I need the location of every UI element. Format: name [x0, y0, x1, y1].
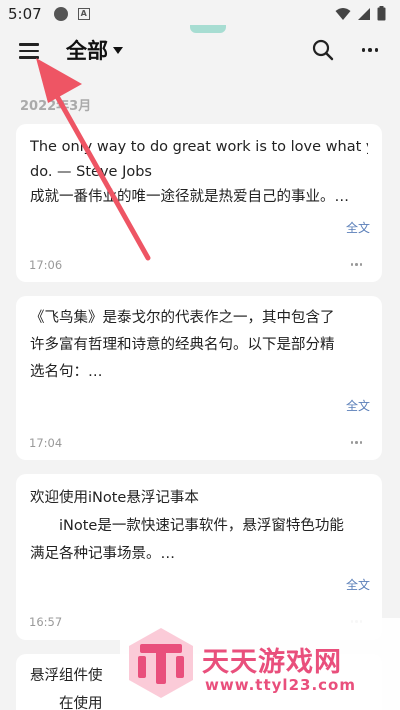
- note-more-button[interactable]: [350, 441, 362, 444]
- note-line: do. — Steve Jobs: [30, 164, 152, 180]
- more-dot: [355, 263, 358, 266]
- note-line: 欢迎使用iNote悬浮记事本: [30, 490, 199, 506]
- read-full-link[interactable]: 全文: [346, 219, 370, 236]
- more-dot: [355, 441, 358, 444]
- read-full-link[interactable]: 全文: [346, 576, 370, 593]
- more-dot: [359, 263, 362, 266]
- note-card[interactable]: The only way to do great work is to love…: [16, 124, 382, 282]
- status-icons: [335, 6, 386, 21]
- menu-button[interactable]: [17, 40, 41, 62]
- read-full-link[interactable]: 全文: [346, 397, 370, 414]
- note-time: 17:04: [29, 436, 63, 450]
- note-preview: 欢迎使用iNote悬浮记事本 iNote是一款快速记事软件，悬浮窗特色功能 满足…: [16, 474, 382, 568]
- more-options-button[interactable]: [357, 38, 383, 62]
- status-bar: 5:07 A: [0, 0, 400, 28]
- status-time: 5:07: [8, 5, 42, 23]
- note-line: 满足各种记事场景。…: [30, 546, 175, 562]
- note-time: 17:06: [29, 258, 63, 272]
- note-time: 16:57: [29, 615, 63, 629]
- note-line: 成就一番伟业的唯一途径就是热爱自己的事业。…: [30, 189, 349, 205]
- caret-down-icon: [113, 46, 123, 54]
- battery-icon: [377, 6, 386, 21]
- notification-dot-icon: [53, 7, 68, 21]
- note-line: The only way to do great work is to love…: [30, 139, 368, 155]
- category-dropdown[interactable]: 全部: [66, 35, 123, 65]
- wifi-icon: [335, 7, 351, 20]
- note-preview: 《飞鸟集》是泰戈尔的代表作之一，其中包含了 许多富有哲理和诗意的经典名句。以下是…: [16, 296, 382, 386]
- page-title: 全部: [66, 39, 108, 63]
- note-line: 许多富有哲理和诗意的经典名句。以下是部分精: [30, 337, 335, 353]
- more-dot: [374, 48, 379, 52]
- note-line: 《飞鸟集》是泰戈尔的代表作之一，其中包含了: [30, 310, 335, 326]
- note-line: 选名句：…: [30, 364, 103, 380]
- watermark-url: www.ttyl23.com: [205, 676, 356, 694]
- menu-icon-bar: [19, 56, 39, 59]
- note-card[interactable]: 欢迎使用iNote悬浮记事本 iNote是一款快速记事软件，悬浮窗特色功能 满足…: [16, 474, 382, 640]
- more-dot: [350, 441, 353, 444]
- more-dot: [359, 441, 362, 444]
- note-more-button[interactable]: [350, 263, 362, 266]
- watermark: 天天游戏网 www.ttyl23.com: [120, 618, 400, 710]
- note-preview: The only way to do great work is to love…: [16, 124, 382, 210]
- signal-icon: [358, 7, 370, 20]
- month-header: 2022年3月: [20, 99, 92, 114]
- menu-icon-bar: [19, 43, 39, 46]
- app-bar: 全部: [0, 32, 400, 72]
- search-icon: [312, 39, 334, 61]
- menu-icon-bar: [19, 49, 39, 52]
- note-card[interactable]: 《飞鸟集》是泰戈尔的代表作之一，其中包含了 许多富有哲理和诗意的经典名句。以下是…: [16, 296, 382, 460]
- notification-a-icon: A: [77, 8, 90, 20]
- search-button[interactable]: [311, 38, 335, 62]
- more-dot: [361, 48, 366, 52]
- more-dot: [368, 48, 372, 52]
- watermark-logo-icon: [129, 628, 193, 698]
- note-line: iNote是一款快速记事软件，悬浮窗特色功能: [59, 518, 344, 534]
- more-dot: [350, 263, 353, 266]
- watermark-title: 天天游戏网: [202, 647, 342, 678]
